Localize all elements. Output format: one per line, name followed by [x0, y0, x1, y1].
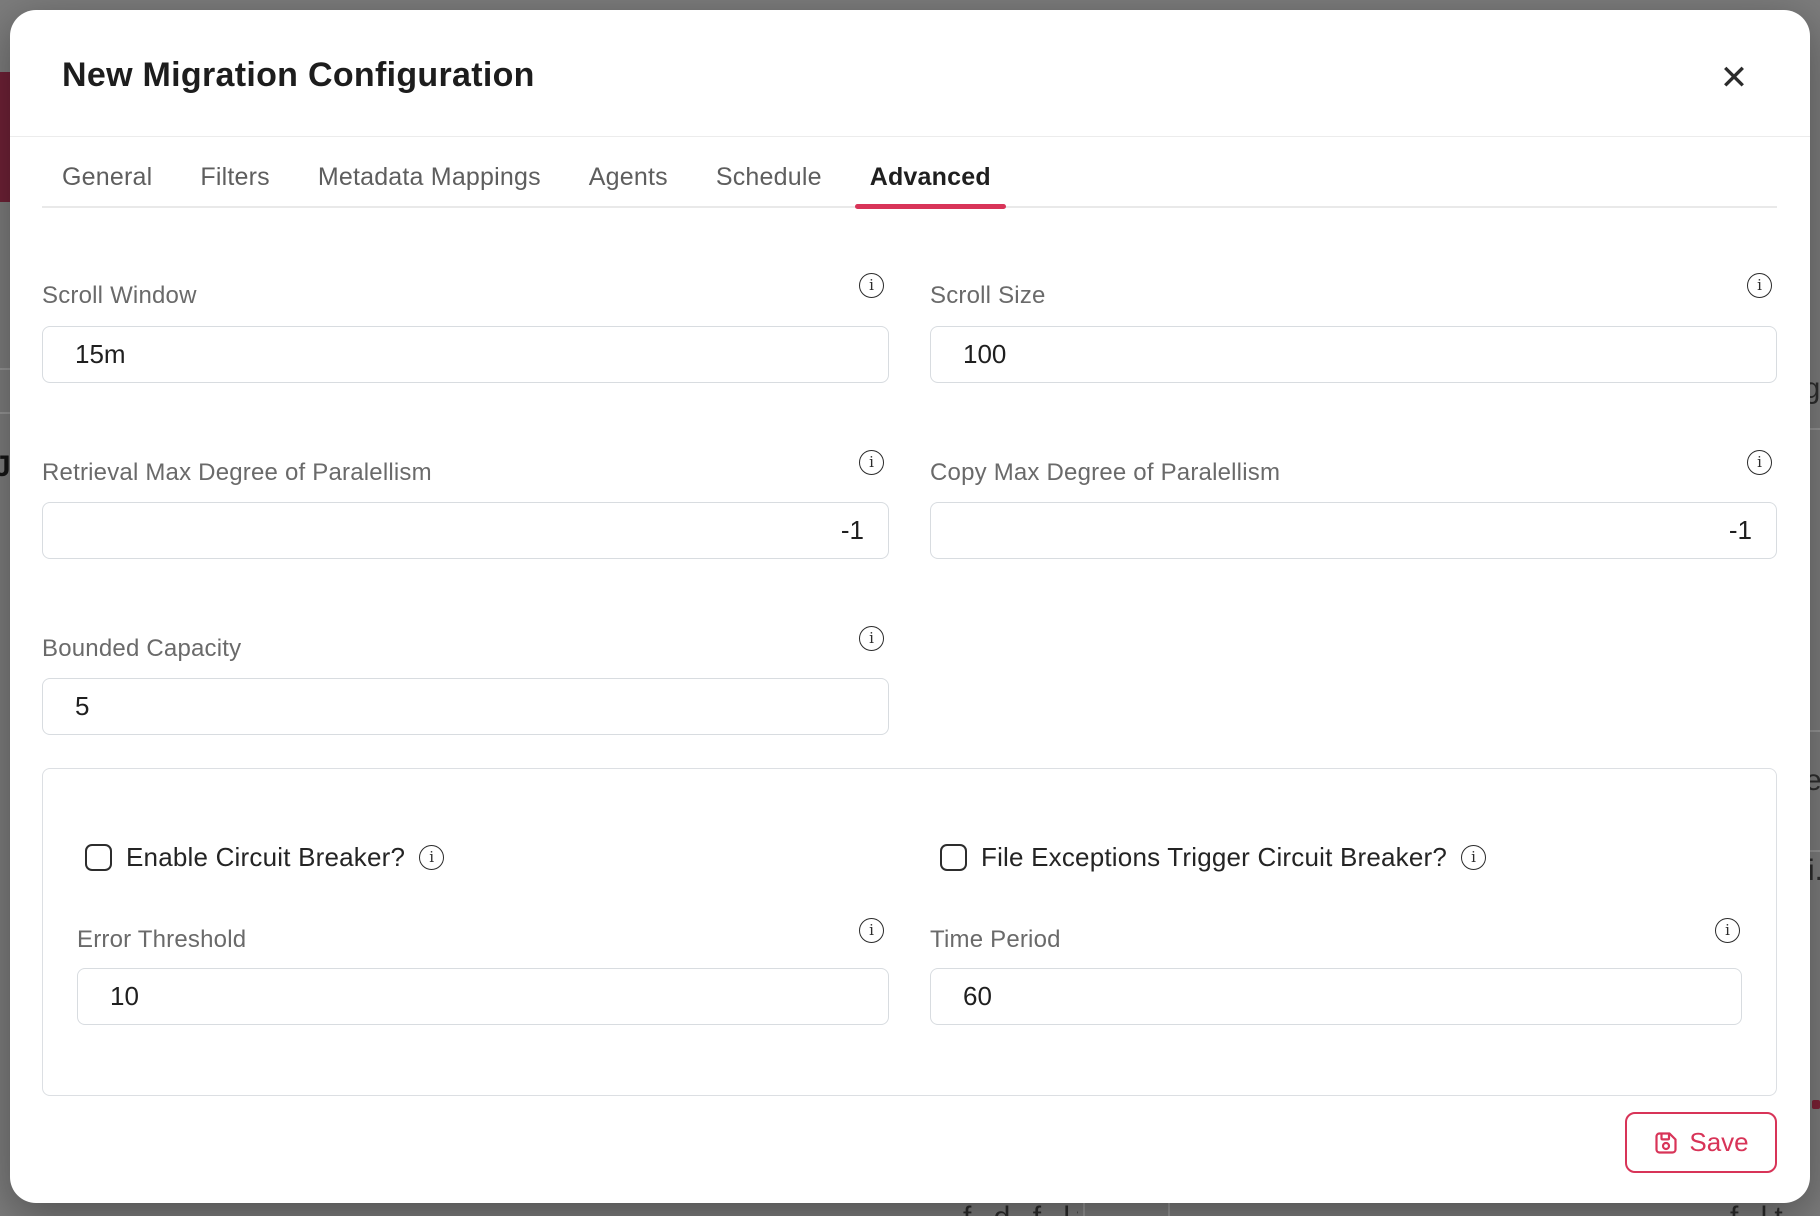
backdrop-text-fragment: ig	[1809, 374, 1820, 426]
backdrop-divider	[1810, 730, 1820, 732]
backdrop-divider	[1083, 1203, 1085, 1216]
copy-mdop-input[interactable]	[930, 502, 1777, 559]
file-exceptions-checkbox[interactable]	[940, 844, 967, 871]
retrieval-mdop-input[interactable]	[42, 502, 889, 559]
info-icon[interactable]: i	[859, 273, 884, 298]
save-button-label: Save	[1689, 1127, 1748, 1158]
info-icon[interactable]: i	[859, 918, 884, 943]
enable-circuit-breaker-row: Enable Circuit Breaker? i	[85, 842, 444, 873]
backdrop-red-fragment	[1812, 1100, 1820, 1109]
tab-bar: General Filters Metadata Mappings Agents…	[62, 162, 991, 206]
info-icon[interactable]: i	[859, 626, 884, 651]
close-icon[interactable]: ✕	[1710, 54, 1758, 102]
backdrop-divider	[0, 368, 10, 370]
scroll-window-label: Scroll Window	[42, 282, 197, 310]
migration-configuration-dialog: New Migration Configuration ✕ General Fi…	[10, 10, 1810, 1203]
backdrop-divider	[0, 412, 10, 414]
info-icon[interactable]: i	[1461, 845, 1486, 870]
info-icon[interactable]: i	[1715, 918, 1740, 943]
header-divider	[10, 136, 1810, 137]
tab-agents[interactable]: Agents	[589, 162, 668, 206]
backdrop-text-fragment: f lt	[1730, 1203, 1820, 1216]
info-icon[interactable]: i	[859, 450, 884, 475]
save-button[interactable]: Save	[1625, 1112, 1777, 1173]
info-icon[interactable]: i	[1747, 450, 1772, 475]
tab-advanced[interactable]: Advanced	[870, 162, 991, 206]
scroll-size-label: Scroll Size	[930, 282, 1046, 310]
info-icon[interactable]: i	[1747, 273, 1772, 298]
time-period-input[interactable]	[930, 968, 1742, 1025]
file-exceptions-label: File Exceptions Trigger Circuit Breaker?	[981, 842, 1447, 873]
enable-circuit-breaker-label: Enable Circuit Breaker?	[126, 842, 405, 873]
info-icon[interactable]: i	[419, 845, 444, 870]
file-exceptions-row: File Exceptions Trigger Circuit Breaker?…	[940, 842, 1486, 873]
scroll-size-input[interactable]	[930, 326, 1777, 383]
backdrop-divider	[1810, 428, 1820, 430]
enable-circuit-breaker-checkbox[interactable]	[85, 844, 112, 871]
tab-metadata-mappings[interactable]: Metadata Mappings	[318, 162, 541, 206]
error-threshold-input[interactable]	[77, 968, 889, 1025]
backdrop-maroon-bar	[0, 72, 10, 202]
bounded-capacity-input[interactable]	[42, 678, 889, 735]
scroll-window-input[interactable]	[42, 326, 889, 383]
tab-schedule[interactable]: Schedule	[716, 162, 822, 206]
backdrop-divider	[1168, 1203, 1170, 1216]
dialog-title: New Migration Configuration	[62, 56, 535, 95]
copy-mdop-label: Copy Max Degree of Paralellism	[930, 459, 1280, 487]
tab-filters[interactable]: Filters	[200, 162, 269, 206]
error-threshold-label: Error Threshold	[77, 926, 889, 954]
time-period-label: Time Period	[930, 926, 1742, 954]
backdrop-divider	[1810, 850, 1820, 852]
tab-general[interactable]: General	[62, 162, 152, 206]
floppy-disk-icon	[1653, 1130, 1679, 1156]
backdrop-text-fragment: ı ı ı ı ıı	[423, 1206, 623, 1216]
retrieval-mdop-label: Retrieval Max Degree of Paralellism	[42, 459, 432, 487]
bounded-capacity-label: Bounded Capacity	[42, 635, 241, 663]
backdrop-text-fragment: e	[1809, 766, 1820, 804]
backdrop-text-fragment: f d f lt	[963, 1203, 1078, 1216]
